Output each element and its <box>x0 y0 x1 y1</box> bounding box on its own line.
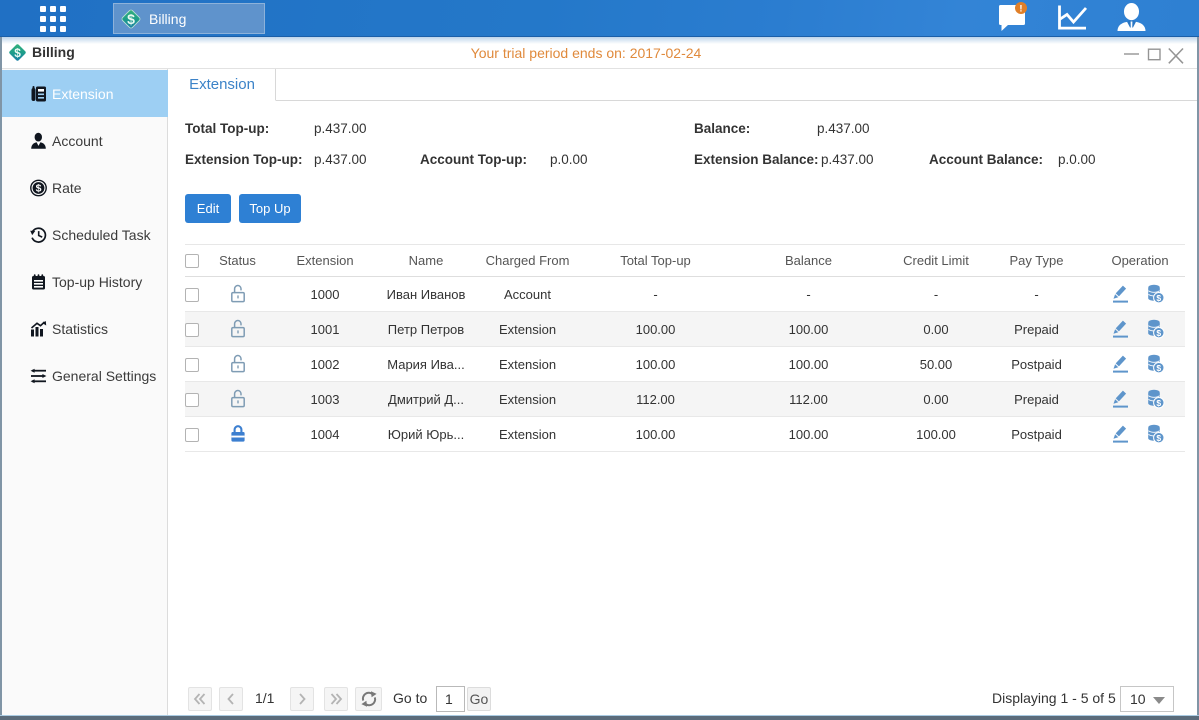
svg-text:!: ! <box>1019 4 1022 15</box>
svg-text:$: $ <box>127 11 135 27</box>
svg-text:$: $ <box>36 182 42 194</box>
